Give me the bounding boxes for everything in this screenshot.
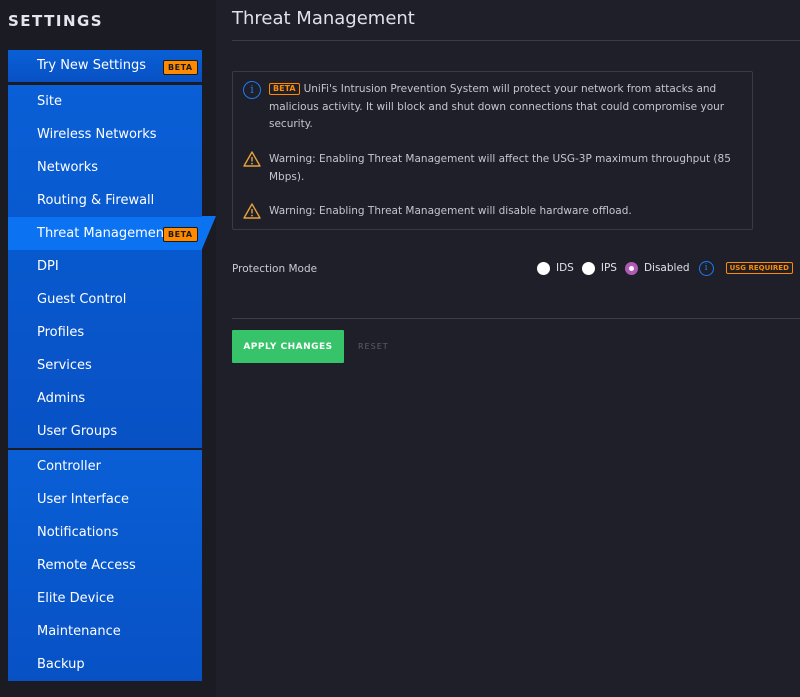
- sidebar-item-label: Networks: [37, 160, 99, 175]
- section-divider: [232, 318, 800, 319]
- offload-warning: Warning: Enabling Threat Management will…: [269, 205, 632, 217]
- sidebar-item-dpi[interactable]: DPI: [8, 250, 202, 283]
- reset-button[interactable]: RESET: [358, 330, 389, 363]
- active-item-arrow: [202, 216, 216, 249]
- sidebar-item-label: Remote Access: [37, 558, 136, 573]
- warning-icon: [243, 151, 261, 167]
- sidebar-item-elite-device[interactable]: Elite Device: [8, 582, 202, 615]
- sidebar-item-maintenance[interactable]: Maintenance: [8, 615, 202, 648]
- sidebar-item-label: Wireless Networks: [37, 127, 157, 142]
- radio-ids-label: IDS: [556, 262, 574, 274]
- radio-ids[interactable]: [537, 261, 550, 275]
- sidebar-item-profiles[interactable]: Profiles: [8, 316, 202, 349]
- beta-badge: BETA: [163, 227, 198, 242]
- sidebar-item-label: Site: [37, 94, 62, 109]
- sidebar-item-label: User Interface: [37, 492, 129, 507]
- beta-badge: BETA: [163, 60, 198, 75]
- sidebar-item-user-groups[interactable]: User Groups: [8, 415, 202, 448]
- ips-intro-message: BETA UniFi's Intrusion Prevention System …: [269, 81, 739, 134]
- info-panel: i BETA UniFi's Intrusion Prevention Syste…: [232, 71, 753, 230]
- sidebar-item-label: Guest Control: [37, 292, 127, 307]
- sidebar-item-label: Notifications: [37, 525, 119, 540]
- apply-changes-button[interactable]: APPLY CHANGES: [232, 330, 344, 363]
- sidebar-item-guest-control[interactable]: Guest Control: [8, 283, 202, 316]
- ips-intro-text: UniFi's Intrusion Prevention System will…: [269, 83, 725, 130]
- sidebar-item-label: Routing & Firewall: [37, 193, 155, 208]
- nav-group-try-new: Try New Settings BETA: [8, 50, 202, 82]
- info-icon: i: [243, 81, 261, 99]
- sidebar-item-networks[interactable]: Networks: [8, 151, 202, 184]
- radio-disabled[interactable]: [624, 261, 638, 275]
- throughput-warning: Warning: Enabling Threat Management will…: [269, 153, 731, 183]
- sidebar-item-routing-firewall[interactable]: Routing & Firewall: [8, 184, 202, 217]
- page-title: Threat Management: [232, 8, 415, 29]
- sidebar-item-controller[interactable]: Controller: [8, 450, 202, 483]
- radio-ips[interactable]: [581, 261, 595, 275]
- sidebar-item-backup[interactable]: Backup: [8, 648, 202, 681]
- beta-badge: BETA: [269, 83, 300, 95]
- protection-mode-label: Protection Mode: [232, 263, 318, 275]
- sidebar-item-label: Threat Management: [37, 226, 170, 241]
- sidebar-title: SETTINGS: [8, 12, 104, 30]
- sidebar-item-label: Try New Settings: [37, 58, 147, 73]
- warning-icon: [243, 203, 261, 219]
- sidebar-item-label: Profiles: [37, 325, 85, 340]
- sidebar-item-remote-access[interactable]: Remote Access: [8, 549, 202, 582]
- usg-required-badge: USG REQUIRED: [725, 262, 793, 274]
- sidebar-item-notifications[interactable]: Notifications: [8, 516, 202, 549]
- sidebar-item-label: Backup: [37, 657, 85, 672]
- sidebar-item-threat-management[interactable]: Threat Management BETA: [8, 217, 202, 250]
- sidebar-item-admins[interactable]: Admins: [8, 382, 202, 415]
- sidebar-item-try-new-settings[interactable]: Try New Settings BETA: [8, 50, 202, 82]
- sidebar-item-label: DPI: [37, 259, 59, 274]
- settings-sidebar: SETTINGS Try New Settings BETA Site Wire…: [0, 0, 216, 697]
- sidebar-item-label: Admins: [37, 391, 86, 406]
- sidebar-item-label: User Groups: [37, 424, 118, 439]
- sidebar-item-label: Controller: [37, 459, 101, 474]
- nav-group-controller-settings: Controller User Interface Notifications …: [8, 450, 202, 681]
- title-divider: [232, 40, 800, 41]
- sidebar-item-label: Elite Device: [37, 591, 115, 606]
- sidebar-item-site[interactable]: Site: [8, 85, 202, 118]
- nav-group-site-settings: Site Wireless Networks Networks Routing …: [8, 85, 202, 448]
- protection-mode-options: IDS IPS Disabled i USG REQUIRED: [537, 260, 793, 276]
- sidebar-item-user-interface[interactable]: User Interface: [8, 483, 202, 516]
- info-icon[interactable]: i: [698, 260, 714, 276]
- radio-disabled-label: Disabled: [643, 262, 690, 274]
- sidebar-item-services[interactable]: Services: [8, 349, 202, 382]
- radio-ips-label: IPS: [600, 262, 617, 274]
- sidebar-item-wireless-networks[interactable]: Wireless Networks: [8, 118, 202, 151]
- sidebar-item-label: Maintenance: [37, 624, 121, 639]
- sidebar-item-label: Services: [37, 358, 92, 373]
